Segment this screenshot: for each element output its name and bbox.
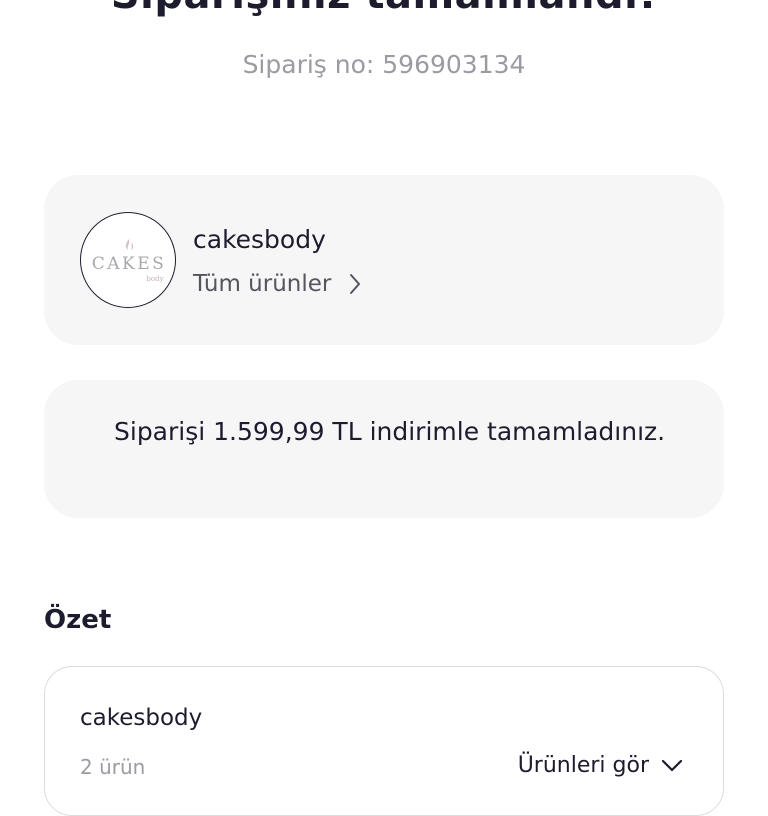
see-products-label: Ürünleri gör <box>517 753 649 778</box>
flame-icon <box>125 239 134 250</box>
summary-card: cakesbody 2 ürün Ürünleri gör <box>44 666 724 816</box>
see-products-button[interactable]: Ürünleri gör <box>518 753 683 778</box>
chevron-down-icon <box>661 759 683 771</box>
store-card: CAKES body cakesbody Tüm ürünler <box>44 175 724 345</box>
logo-text: CAKES <box>92 254 167 274</box>
logo-subtext: body <box>146 275 163 283</box>
discount-card: Siparişi 1.599,99 TL indirimle tamamladı… <box>44 380 724 518</box>
store-logo-image: CAKES body <box>92 239 167 283</box>
store-name[interactable]: cakesbody <box>193 225 326 254</box>
order-number: Sipariş no: 596903134 <box>242 50 526 79</box>
summary-title: Özet <box>44 605 112 635</box>
summary-item-count: 2 ürün <box>80 755 146 779</box>
page-title: Siparişiniz tamamlandı! <box>0 0 768 18</box>
summary-store-name: cakesbody <box>80 705 203 731</box>
all-products-link[interactable]: Tüm ürünler <box>193 271 361 297</box>
store-logo[interactable]: CAKES body <box>80 212 176 308</box>
discount-message: Siparişi 1.599,99 TL indirimle tamamladı… <box>114 417 666 446</box>
all-products-label: Tüm ürünler <box>193 271 332 297</box>
chevron-right-icon <box>350 274 361 294</box>
